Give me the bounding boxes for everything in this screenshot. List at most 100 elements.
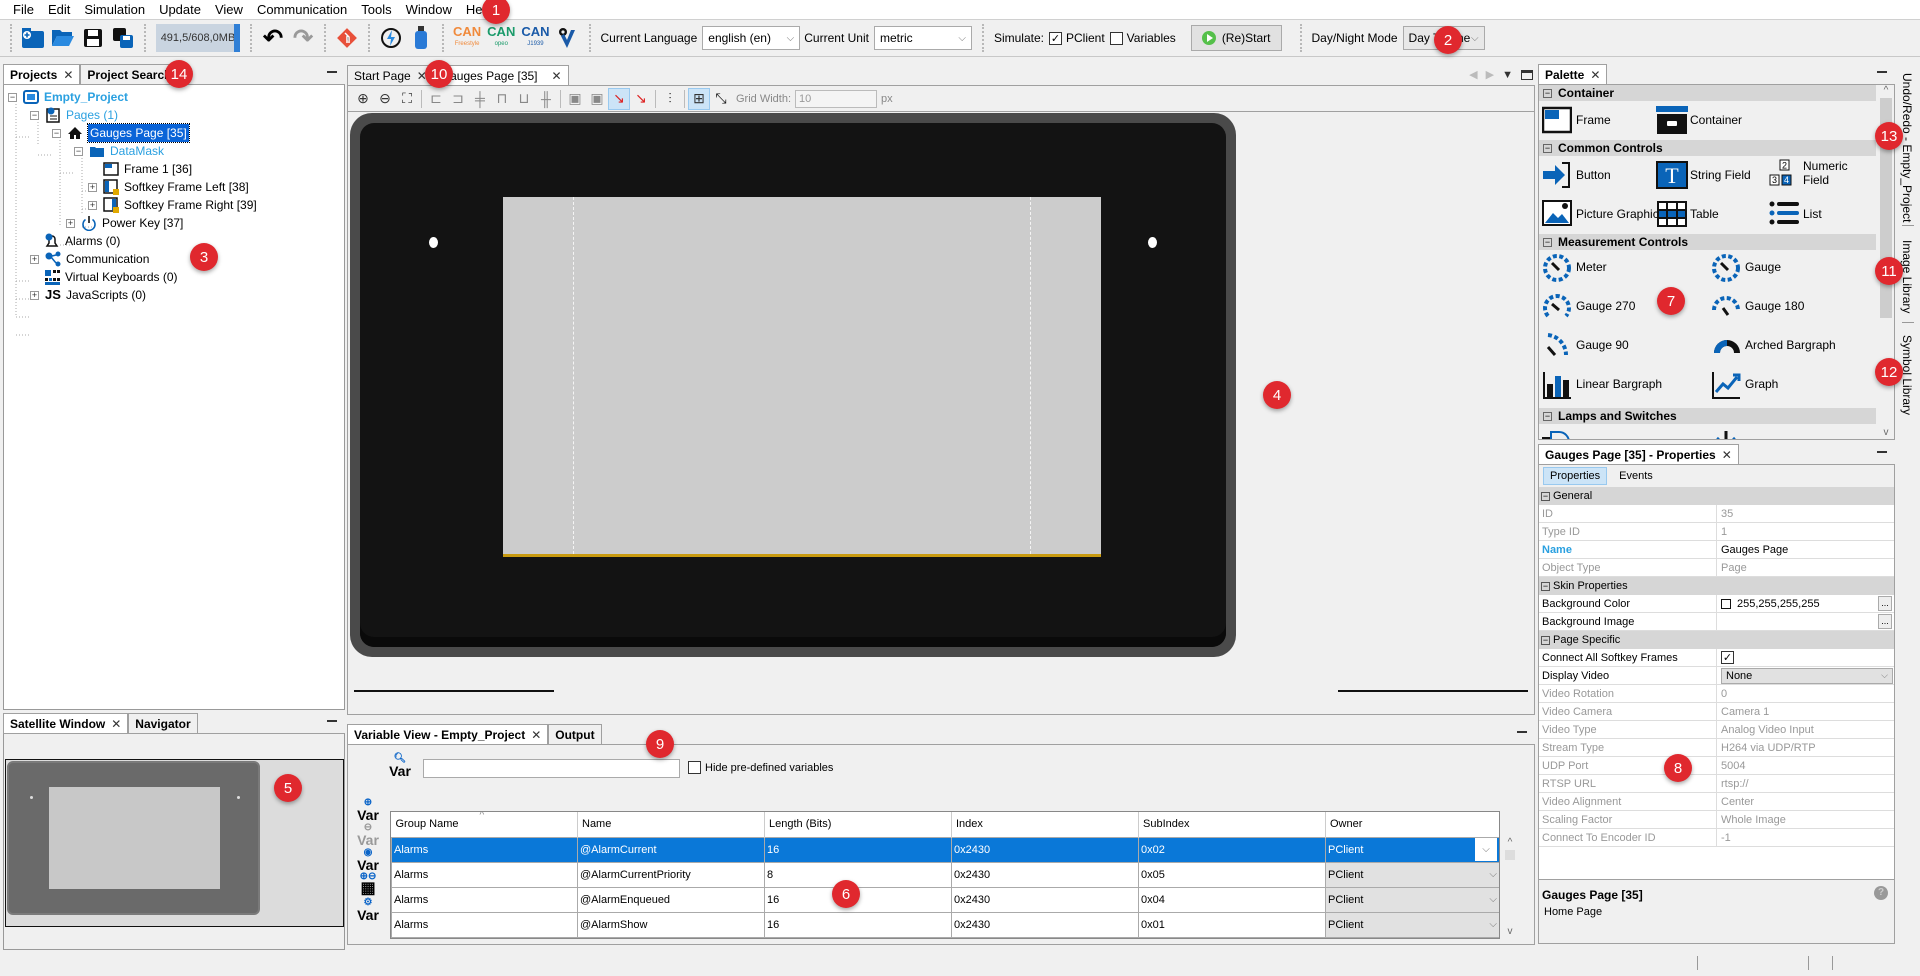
remove-variable-button[interactable]: ⊖ Var: [356, 822, 380, 847]
restart-button[interactable]: (Re)Start: [1190, 25, 1282, 51]
name-cell[interactable]: @AlarmCurrentPriority: [577, 861, 765, 888]
property-section[interactable]: − General: [1539, 487, 1894, 505]
menu-file[interactable]: File: [6, 2, 41, 17]
tab-start-page[interactable]: Start Page ✕: [347, 65, 434, 85]
variable-table-scrollbar[interactable]: ^ v: [1503, 837, 1517, 937]
palette-section-container[interactable]: − Container: [1539, 85, 1876, 101]
close-icon[interactable]: ✕: [1722, 448, 1732, 462]
subindex-cell[interactable]: 0x02: [1138, 836, 1326, 863]
collapse-icon[interactable]: −: [74, 146, 83, 156]
close-icon[interactable]: ✕: [1590, 68, 1600, 82]
palette-item-container[interactable]: Container: [1656, 106, 1742, 134]
tab-properties-panel[interactable]: Gauges Page [35] - Properties ✕: [1538, 444, 1739, 464]
tab-project-search[interactable]: Project Search: [80, 64, 179, 84]
bring-to-front-icon[interactable]: ▣: [564, 88, 586, 110]
tree-item-softkey-frame-right[interactable]: + Softkey Frame Right [39]: [88, 196, 257, 214]
undo-button[interactable]: ↶: [258, 23, 288, 53]
horizontal-scrollbar-right[interactable]: [1338, 690, 1528, 692]
subindex-cell[interactable]: 0x05: [1138, 861, 1326, 888]
scroll-down-icon[interactable]: v: [1503, 926, 1517, 937]
close-icon[interactable]: ✕: [63, 68, 73, 82]
menu-window[interactable]: Window: [399, 2, 459, 17]
menu-simulation[interactable]: Simulation: [77, 2, 152, 17]
length-cell[interactable]: 16: [764, 911, 952, 938]
palette-item-gauge[interactable]: Gauge: [1711, 253, 1781, 282]
can-j1939-button[interactable]: CAN J1939: [521, 25, 549, 50]
expand-icon[interactable]: +: [30, 254, 39, 264]
owner-cell[interactable]: PClient⌵: [1325, 836, 1499, 863]
tree-item-empty-project[interactable]: − Empty_Project: [8, 88, 128, 106]
palette-item-lamp[interactable]: Lamp: [1542, 430, 1606, 439]
palette-item-graph[interactable]: Graph: [1711, 370, 1778, 399]
palette-item-button[interactable]: Button: [1542, 161, 1611, 189]
table-row[interactable]: Alarms @AlarmCurrent 16 0x2430 0x02 PClient ⌵: [391, 836, 1499, 863]
page-screen[interactable]: [503, 197, 1101, 557]
collapse-icon[interactable]: −: [30, 110, 39, 120]
align-center-icon[interactable]: ╪: [469, 88, 491, 110]
scrollbar-thumb[interactable]: [1505, 850, 1515, 860]
variable-settings-button[interactable]: ⚙ Var: [356, 897, 380, 922]
palette-item-numeric-field[interactable]: 2 3 4 Numeric Field: [1769, 159, 1876, 187]
tree-item-frame-1[interactable]: Frame 1 [36]: [103, 160, 192, 178]
tab-palette[interactable]: Palette ✕: [1538, 64, 1608, 84]
undo-redo-side-tab[interactable]: Undo/Redo - Empty_Project: [1900, 73, 1914, 222]
variables-checkbox[interactable]: [1109, 31, 1123, 45]
hide-predefined-checkbox[interactable]: [688, 761, 701, 774]
palette-section-measurement-controls[interactable]: − Measurement Controls: [1539, 234, 1876, 250]
tree-item-pages[interactable]: − Pages (1): [30, 106, 118, 124]
grid-width-input[interactable]: 10: [795, 89, 878, 108]
palette-item-frame[interactable]: Frame: [1541, 106, 1611, 134]
property-section[interactable]: − Skin Properties: [1539, 577, 1894, 595]
index-cell[interactable]: 0x2430: [951, 911, 1139, 938]
open-project-button[interactable]: [48, 23, 78, 53]
git-button[interactable]: [332, 23, 362, 53]
expand-icon[interactable]: +: [66, 218, 75, 228]
owner-cell[interactable]: PClient⌵: [1325, 911, 1499, 938]
new-project-button[interactable]: [18, 23, 48, 53]
align-middle-icon[interactable]: ╫: [535, 88, 557, 110]
group-cell[interactable]: Alarms: [391, 936, 578, 938]
snap-resize-icon[interactable]: ↘: [630, 88, 652, 110]
index-cell[interactable]: 0x2430: [951, 886, 1139, 913]
scroll-tabs-right-icon[interactable]: ▶: [1486, 68, 1494, 81]
menu-update[interactable]: Update: [152, 2, 208, 17]
palette-section-common-controls[interactable]: − Common Controls: [1539, 140, 1876, 156]
minimize-icon[interactable]: [327, 720, 337, 722]
name-cell[interactable]: @AlarmShow: [577, 911, 765, 938]
palette-item-table[interactable]: Table: [1656, 200, 1719, 228]
tree-item-alarms[interactable]: Alarms (0): [44, 232, 120, 250]
property-section[interactable]: − Page Specific: [1539, 631, 1894, 649]
column-header-group-name[interactable]: Group Name ^: [391, 812, 578, 837]
property-value[interactable]: 255,255,255,255: [1737, 598, 1820, 610]
variable-search-input[interactable]: [423, 759, 680, 778]
tree-item-virtual-keyboards[interactable]: Virtual Keyboards (0): [44, 268, 178, 286]
tree-item-communication[interactable]: + Communication: [30, 250, 149, 268]
usb-button[interactable]: [406, 23, 436, 53]
table-row[interactable]: Alarms @AlarmShow 16 0x2430 0x01 PClient ⌵: [391, 911, 1499, 938]
index-cell[interactable]: 0x2430: [951, 861, 1139, 888]
maximize-icon[interactable]: [1521, 69, 1533, 80]
zoom-out-icon[interactable]: ⊖: [374, 88, 396, 110]
tab-variable-view[interactable]: Variable View - Empty_Project ✕: [347, 724, 549, 744]
show-variable-button[interactable]: ◉ Var: [356, 847, 380, 872]
palette-item-gauge-270[interactable]: Gauge 270: [1542, 292, 1635, 320]
can-freestyle-button[interactable]: CAN Freestyle: [453, 25, 481, 50]
tab-projects[interactable]: Projects ✕: [3, 64, 81, 84]
menu-communication[interactable]: Communication: [250, 2, 354, 17]
column-header-length[interactable]: Length (Bits): [764, 812, 952, 837]
owner-select[interactable]: PClient⌵: [1326, 937, 1499, 938]
owner-cell[interactable]: PClient⌵: [1325, 936, 1499, 938]
palette-item-gauge-180[interactable]: Gauge 180: [1711, 292, 1804, 320]
fit-to-screen-icon[interactable]: ⛶: [396, 88, 418, 110]
owner-select[interactable]: PClient⌵: [1326, 837, 1499, 862]
current-unit-select[interactable]: metric ⌵: [873, 26, 972, 50]
name-cell[interactable]: @AlarmCurrent: [577, 836, 765, 863]
flash-button[interactable]: [376, 23, 406, 53]
minimize-icon[interactable]: [327, 71, 337, 73]
variable-settings-button[interactable]: [553, 23, 583, 53]
current-language-select[interactable]: english (en) ⌵: [702, 26, 801, 50]
save-all-button[interactable]: [108, 23, 138, 53]
tab-list-dropdown-icon[interactable]: ▼: [1502, 69, 1513, 81]
scroll-down-icon[interactable]: v: [1878, 427, 1894, 438]
owner-select[interactable]: PClient⌵: [1326, 862, 1499, 887]
